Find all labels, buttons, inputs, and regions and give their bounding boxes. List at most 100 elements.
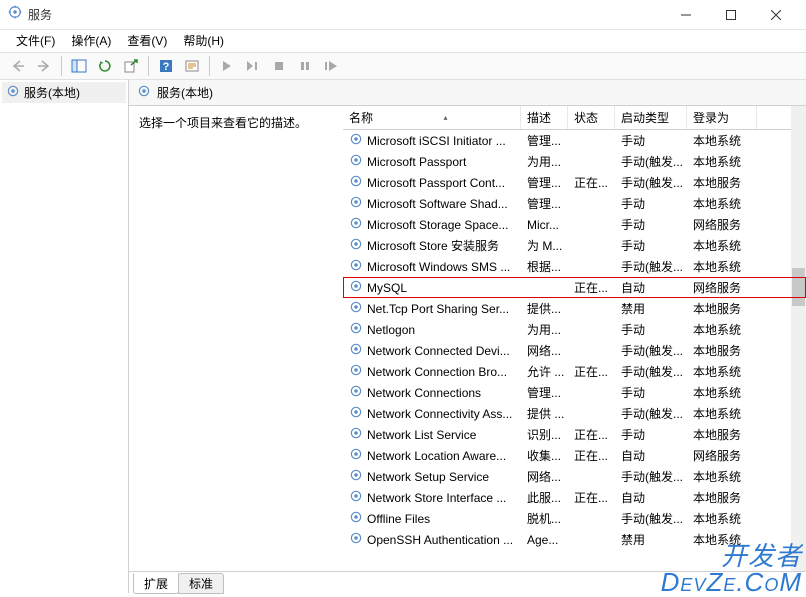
- col-header-name[interactable]: 名称▴: [343, 106, 521, 129]
- service-desc: Micr...: [521, 218, 568, 232]
- service-logon: 本地服务: [687, 489, 757, 506]
- scrollbar[interactable]: [791, 106, 806, 571]
- service-name: Network Connection Bro...: [367, 365, 507, 379]
- service-logon: 本地系统: [687, 384, 757, 401]
- help-button[interactable]: ?: [154, 55, 178, 77]
- table-row[interactable]: MySQL正在...自动网络服务: [343, 277, 806, 298]
- gear-icon: [349, 195, 363, 212]
- table-row[interactable]: Microsoft iSCSI Initiator ...管理...手动本地系统: [343, 130, 806, 151]
- service-status: 正在...: [568, 363, 615, 380]
- tab-extended[interactable]: 扩展: [133, 573, 179, 594]
- refresh-button[interactable]: [93, 55, 117, 77]
- service-name: Network Store Interface ...: [367, 491, 506, 505]
- col-header-status[interactable]: 状态: [568, 106, 615, 129]
- table-row[interactable]: Network Store Interface ...此服...正在...自动本…: [343, 487, 806, 508]
- back-button[interactable]: [6, 55, 30, 77]
- properties-button[interactable]: [180, 55, 204, 77]
- service-desc: 网络...: [521, 342, 568, 359]
- service-desc: 管理...: [521, 132, 568, 149]
- service-logon: 本地系统: [687, 153, 757, 170]
- service-name: Network List Service: [367, 428, 476, 442]
- service-desc: 根据...: [521, 258, 568, 275]
- table-row[interactable]: Netlogon为用...手动本地系统: [343, 319, 806, 340]
- service-name: Microsoft Passport: [367, 155, 466, 169]
- list-rows[interactable]: Microsoft iSCSI Initiator ...管理...手动本地系统…: [343, 130, 806, 571]
- service-name: Netlogon: [367, 323, 415, 337]
- minimize-button[interactable]: [663, 1, 708, 29]
- service-desc: 为 M...: [521, 237, 568, 254]
- gear-icon: [349, 321, 363, 338]
- table-row[interactable]: Microsoft Passport为用...手动(触发...本地系统: [343, 151, 806, 172]
- gear-icon: [349, 405, 363, 422]
- menu-view[interactable]: 查看(V): [119, 30, 175, 51]
- service-startup: 手动: [615, 321, 687, 338]
- toolbar: ?: [0, 52, 806, 80]
- tree-root-item[interactable]: 服务(本地): [2, 82, 126, 103]
- maximize-button[interactable]: [708, 1, 753, 29]
- gear-icon: [349, 342, 363, 359]
- app-icon: [8, 5, 22, 24]
- service-logon: 本地服务: [687, 300, 757, 317]
- right-pane: 服务(本地) 选择一个项目来查看它的描述。 名称▴ 描述 状态 启动类型 登录为…: [129, 80, 806, 593]
- service-desc: 管理...: [521, 195, 568, 212]
- service-name: Network Connected Devi...: [367, 344, 510, 358]
- service-logon: 网络服务: [687, 447, 757, 464]
- service-logon: 本地系统: [687, 510, 757, 527]
- export-button[interactable]: [119, 55, 143, 77]
- table-row[interactable]: Network Connected Devi...网络...手动(触发...本地…: [343, 340, 806, 361]
- table-row[interactable]: Offline Files脱机...手动(触发...本地系统: [343, 508, 806, 529]
- forward-button[interactable]: [32, 55, 56, 77]
- show-hide-tree-button[interactable]: [67, 55, 91, 77]
- restart-button[interactable]: [319, 55, 343, 77]
- stop-after-button[interactable]: [241, 55, 265, 77]
- gear-icon: [137, 84, 151, 101]
- start-button[interactable]: [215, 55, 239, 77]
- table-row[interactable]: Net.Tcp Port Sharing Ser...提供...禁用本地服务: [343, 298, 806, 319]
- service-startup: 手动: [615, 426, 687, 443]
- col-header-desc[interactable]: 描述: [521, 106, 568, 129]
- service-name: Microsoft Passport Cont...: [367, 176, 505, 190]
- service-logon: 本地服务: [687, 174, 757, 191]
- service-desc: 收集...: [521, 447, 568, 464]
- service-desc: 为用...: [521, 321, 568, 338]
- table-row[interactable]: Network List Service识别...正在...手动本地服务: [343, 424, 806, 445]
- table-row[interactable]: Network Connections管理...手动本地系统: [343, 382, 806, 403]
- service-logon: 本地系统: [687, 468, 757, 485]
- close-button[interactable]: [753, 1, 798, 29]
- pause-button[interactable]: [293, 55, 317, 77]
- service-desc: 提供...: [521, 300, 568, 317]
- table-row[interactable]: Microsoft Storage Space...Micr...手动网络服务: [343, 214, 806, 235]
- tab-standard[interactable]: 标准: [178, 573, 224, 594]
- gear-icon: [349, 363, 363, 380]
- table-row[interactable]: Microsoft Store 安装服务为 M...手动本地系统: [343, 235, 806, 256]
- table-row[interactable]: Network Connectivity Ass...提供 ...手动(触发..…: [343, 403, 806, 424]
- svg-text:?: ?: [163, 61, 170, 73]
- col-header-logon[interactable]: 登录为: [687, 106, 757, 129]
- table-row[interactable]: Network Setup Service网络...手动(触发...本地系统: [343, 466, 806, 487]
- service-name: Microsoft Store 安装服务: [367, 237, 499, 254]
- gear-icon: [349, 216, 363, 233]
- table-row[interactable]: Microsoft Software Shad...管理...手动本地系统: [343, 193, 806, 214]
- table-row[interactable]: Network Location Aware...收集...正在...自动网络服…: [343, 445, 806, 466]
- service-logon: 本地服务: [687, 426, 757, 443]
- service-startup: 手动: [615, 237, 687, 254]
- service-desc: Age...: [521, 533, 568, 547]
- service-startup: 禁用: [615, 300, 687, 317]
- menu-file[interactable]: 文件(F): [8, 30, 63, 51]
- gear-icon: [349, 531, 363, 548]
- service-desc: 管理...: [521, 174, 568, 191]
- menu-help[interactable]: 帮助(H): [175, 30, 232, 51]
- pane-title-label: 服务(本地): [157, 84, 213, 101]
- menu-action[interactable]: 操作(A): [63, 30, 119, 51]
- col-header-startup[interactable]: 启动类型: [615, 106, 687, 129]
- stop-button[interactable]: [267, 55, 291, 77]
- table-row[interactable]: Microsoft Windows SMS ...根据...手动(触发...本地…: [343, 256, 806, 277]
- service-startup: 手动: [615, 216, 687, 233]
- service-startup: 自动: [615, 489, 687, 506]
- description-panel: 选择一个项目来查看它的描述。: [129, 106, 343, 571]
- table-row[interactable]: Microsoft Passport Cont...管理...正在...手动(触…: [343, 172, 806, 193]
- service-startup: 自动: [615, 447, 687, 464]
- gear-icon: [349, 510, 363, 527]
- table-row[interactable]: Network Connection Bro...允许 ...正在...手动(触…: [343, 361, 806, 382]
- sort-asc-icon: ▴: [444, 113, 448, 122]
